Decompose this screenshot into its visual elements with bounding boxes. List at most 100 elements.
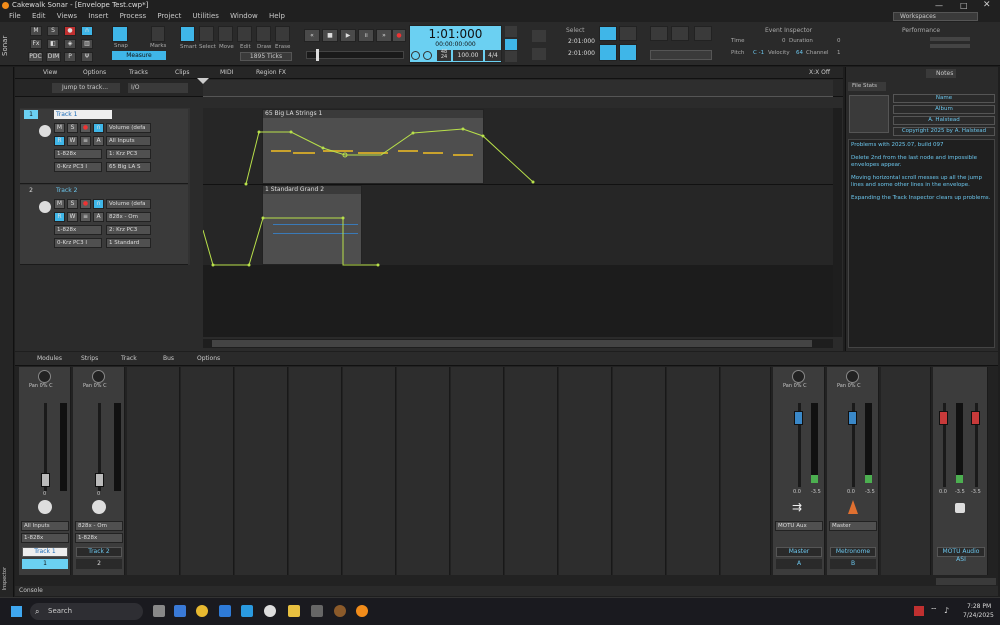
port2-dropdown[interactable]: 0-Krz PC3 I bbox=[54, 162, 102, 172]
volume-value[interactable]: 0 bbox=[97, 491, 100, 497]
volume-value[interactable]: 0.0 bbox=[793, 489, 801, 495]
play-button[interactable]: ▶ bbox=[340, 29, 356, 42]
envelope-lines[interactable] bbox=[203, 108, 833, 337]
select-start-icon[interactable] bbox=[532, 30, 546, 42]
tab-file-stats[interactable]: File Stats bbox=[848, 82, 886, 91]
console-menu-options[interactable]: Options bbox=[197, 355, 220, 362]
ab-mode-icon[interactable] bbox=[619, 44, 637, 61]
mute-button[interactable]: M bbox=[54, 199, 65, 209]
arm-button[interactable]: ● bbox=[80, 123, 91, 133]
volume-value[interactable]: 0.0 bbox=[939, 489, 947, 495]
menu-window[interactable]: Window bbox=[230, 11, 258, 22]
stop-button[interactable]: ■ bbox=[322, 29, 338, 42]
name-field[interactable]: Name bbox=[893, 94, 995, 103]
volume-fader-cap[interactable] bbox=[41, 473, 50, 487]
xx-off-toggle[interactable]: X:X Off bbox=[809, 69, 830, 76]
input-echo-button[interactable]: ∩ bbox=[81, 26, 93, 36]
horizontal-scrollbar-thumb[interactable] bbox=[212, 340, 812, 347]
tv-menu-tracks[interactable]: Tracks bbox=[129, 69, 148, 76]
console-tab[interactable]: Console bbox=[15, 586, 998, 596]
fx-button[interactable]: ≡ bbox=[80, 212, 91, 222]
bus-output-dropdown[interactable]: MOTU Aux bbox=[775, 521, 823, 531]
snap-value-dropdown[interactable]: Measure bbox=[112, 51, 166, 60]
select-end-value[interactable]: 2:01:000 bbox=[568, 50, 595, 57]
inspector-side-label[interactable]: Inspector bbox=[2, 567, 8, 590]
output-dropdown[interactable]: 1: Krz PC3 bbox=[106, 149, 151, 159]
task-view-icon[interactable] bbox=[153, 605, 165, 617]
tray-app-icon[interactable] bbox=[914, 606, 924, 616]
vertical-scrollbar[interactable] bbox=[833, 108, 842, 337]
track-2-header[interactable]: 2 Track 2 M S ● ∩ Volume (defa R W ≡ A 8… bbox=[20, 185, 188, 265]
select-tool-icon[interactable] bbox=[199, 26, 214, 42]
ev-time-value[interactable]: 0 bbox=[782, 38, 786, 44]
record-arm-all-button[interactable]: ● bbox=[64, 26, 76, 36]
strip-name[interactable]: Master bbox=[776, 547, 822, 557]
dim-button[interactable]: DIM bbox=[46, 52, 61, 62]
io-dropdown[interactable]: I/O bbox=[128, 83, 188, 93]
track-name-field[interactable]: Track 2 bbox=[54, 186, 112, 195]
peak-value[interactable]: -3.5 bbox=[811, 489, 821, 495]
arm-button[interactable]: ● bbox=[80, 199, 91, 209]
volume-icon[interactable]: ♪ bbox=[944, 606, 949, 615]
taskbar-search-box[interactable]: Search bbox=[30, 603, 143, 620]
psi-button[interactable]: Ψ bbox=[81, 52, 93, 62]
store-icon[interactable] bbox=[241, 605, 253, 617]
app-icon[interactable] bbox=[334, 605, 346, 617]
smart-tool-icon[interactable] bbox=[180, 26, 195, 42]
ev-duration-value[interactable]: 0 bbox=[837, 38, 841, 44]
fx-bypass-button[interactable]: Fx bbox=[30, 39, 42, 49]
tv-menu-regionfx[interactable]: Region FX bbox=[256, 69, 286, 76]
workspaces-dropdown[interactable]: Workspaces bbox=[893, 12, 978, 21]
solo-all-button[interactable]: S bbox=[47, 26, 59, 36]
fast-forward-button[interactable]: » bbox=[376, 29, 392, 42]
track-name-field[interactable]: Track 1 bbox=[54, 110, 112, 119]
fx-button[interactable]: ≡ bbox=[80, 136, 91, 146]
write-button[interactable]: W bbox=[67, 136, 78, 146]
mute-button[interactable]: M bbox=[54, 123, 65, 133]
pan-knob[interactable] bbox=[38, 370, 51, 383]
port-dropdown[interactable]: 1-828x bbox=[54, 149, 102, 159]
menu-insert[interactable]: Insert bbox=[88, 11, 108, 22]
bounce-button[interactable]: ◧ bbox=[47, 39, 59, 49]
meter-display[interactable]: 48 24 bbox=[437, 50, 451, 61]
start-windows-icon[interactable] bbox=[11, 606, 22, 617]
tv-menu-clips[interactable]: Clips bbox=[175, 69, 189, 76]
peak-value[interactable]: -3.5 bbox=[865, 489, 875, 495]
ev-channel-value[interactable]: 1 bbox=[837, 50, 841, 56]
volume-fader-cap[interactable] bbox=[848, 411, 857, 425]
marker-b-icon[interactable] bbox=[671, 26, 689, 41]
marker-dropdown[interactable] bbox=[650, 50, 712, 60]
mail-icon[interactable] bbox=[219, 605, 231, 617]
position-slider-thumb[interactable] bbox=[316, 49, 319, 61]
widgets-icon[interactable] bbox=[174, 605, 186, 617]
marker-a-icon[interactable] bbox=[650, 26, 668, 41]
file-explorer-icon[interactable] bbox=[288, 605, 300, 617]
echo-button[interactable]: ∩ bbox=[93, 199, 104, 209]
menu-utilities[interactable]: Utilities bbox=[193, 11, 219, 22]
volume-value[interactable]: 0.0 bbox=[847, 489, 855, 495]
strip-port-dropdown[interactable]: 1-828x bbox=[75, 533, 123, 543]
console-menu-strips[interactable]: Strips bbox=[81, 355, 98, 362]
solo-button[interactable]: S bbox=[67, 199, 78, 209]
input-dropdown[interactable]: All Inputs bbox=[106, 136, 151, 146]
rewind-button[interactable]: « bbox=[304, 29, 320, 42]
tv-menu-options[interactable]: Options bbox=[83, 69, 106, 76]
peak-value-right[interactable]: -3.5 bbox=[971, 489, 981, 495]
wifi-icon[interactable]: ⌔ bbox=[930, 606, 938, 616]
ev-pitch-value[interactable]: C -1 bbox=[753, 50, 764, 56]
menu-edit[interactable]: Edit bbox=[32, 11, 46, 22]
ab-compare-icon[interactable] bbox=[599, 44, 617, 61]
copyright-field[interactable]: Copyright 2025 by A. Halstead bbox=[893, 127, 995, 136]
close-button[interactable]: ✕ bbox=[983, 0, 991, 10]
strip-port-dropdown[interactable]: 1-828x bbox=[21, 533, 69, 543]
jump-to-track-input[interactable]: Jump to track... bbox=[52, 83, 120, 93]
pan-knob[interactable] bbox=[792, 370, 805, 383]
select-end-icon[interactable] bbox=[532, 48, 546, 60]
strip-input-dropdown[interactable]: 828x - Om bbox=[75, 521, 123, 531]
metronome-icon[interactable] bbox=[411, 51, 420, 60]
input-dropdown[interactable]: 828x - Om bbox=[106, 212, 151, 222]
tv-menu-view[interactable]: View bbox=[43, 69, 57, 76]
strip-name[interactable]: Track 2 bbox=[76, 547, 122, 557]
draw-tool-icon[interactable] bbox=[256, 26, 271, 42]
menu-help[interactable]: Help bbox=[269, 11, 285, 22]
